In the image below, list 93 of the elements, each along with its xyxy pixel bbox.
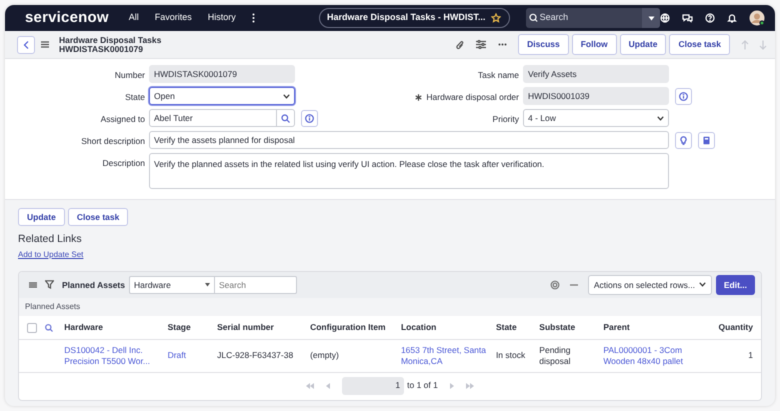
paperclip-icon[interactable] [456,40,464,50]
column-header[interactable]: Location [396,316,492,340]
chevron-down-icon [283,94,290,98]
list-caption: Planned Assets [19,298,761,316]
caret-down-icon[interactable] [648,16,654,20]
search-icon [281,114,290,122]
info-button[interactable] [301,110,318,126]
section-heading: Related Links [18,232,83,248]
nav-link[interactable]: All [128,11,139,25]
app-logo[interactable]: servicenow [25,6,109,30]
chevron-down-icon [698,282,706,288]
bell-icon[interactable] [727,13,737,23]
chevron-left-icon [23,40,29,48]
readonly-field: Verify Assets [523,65,669,83]
table-cell: 1 [748,350,753,360]
chevron-down-icon [657,116,664,120]
column-header[interactable]: Configuration Item [306,316,397,340]
header-action-button[interactable]: Discuss [518,34,569,55]
caret-down-icon [205,282,210,287]
column-header[interactable]: Serial number [213,316,306,340]
edit-button[interactable]: Edit... [716,274,755,296]
field-label: Task name [478,70,519,80]
menu-icon[interactable] [41,41,49,48]
lightbulb-icon [679,136,688,144]
column-header[interactable]: Quantity [712,316,761,340]
filter-select[interactable]: Hardware [129,276,215,294]
table-link[interactable]: DS100042 - Dell Inc. Precision T5500 Wor... [64,344,160,367]
input-field[interactable]: Verify the assets planned for disposal [149,131,669,149]
field-label: Short description [81,136,145,146]
star-icon[interactable] [491,13,502,23]
record-number: HWDISTASK0001079 [59,44,144,54]
header-action-button[interactable]: Update [620,34,666,55]
help-icon[interactable] [705,13,715,23]
info-icon [679,92,688,100]
field-label: Number [114,70,145,80]
nav-link[interactable]: History [208,11,236,25]
search-field[interactable]: Search [526,8,660,28]
form-action-button[interactable]: Update [18,208,65,226]
table-link[interactable]: Draft [168,350,210,362]
suggestion-button[interactable] [675,132,692,148]
field-label: Priority [492,114,519,124]
column-header[interactable]: State [492,316,536,340]
more-horizontal-icon[interactable] [498,43,508,46]
header-action-button[interactable]: Close task [669,34,730,55]
column-header[interactable]: Hardware [60,316,164,340]
table-cell: Pending disposal [539,344,570,366]
column-header[interactable]: Stage [164,316,214,340]
actions-select[interactable]: Actions on selected rows... [588,274,712,295]
lookup-button[interactable] [277,109,295,127]
related-link[interactable]: Add to Update Set [18,250,84,259]
page-range: to 1 of 1 [407,379,438,392]
gear-icon[interactable] [550,280,560,290]
info-icon [305,114,314,122]
nav-link[interactable]: Favorites [154,11,192,25]
select-field[interactable]: Open [149,87,295,105]
form-title: Hardware Disposal Tasks [59,36,162,44]
list-title: Planned Assets [62,278,125,292]
list-search-field[interactable]: Search [215,276,297,294]
chat-icon[interactable] [682,13,693,23]
minus-icon[interactable] [570,284,578,286]
back-button[interactable] [17,36,35,54]
table-link[interactable]: PAL0000001 - 3Com Wooden 48x40 pallet [603,344,709,367]
textarea-field[interactable]: Verify the planned assets in the related list using verify UI action. Please close the task after verification. [149,153,669,189]
book-icon [702,136,711,144]
readonly-field: HWDISTASK0001079 [149,65,295,83]
form-action-button[interactable]: Close task [68,208,128,226]
table-cell: In stock [496,350,526,360]
field-label: Hardware disposal order [426,92,519,102]
column-header[interactable]: Substate [535,316,600,340]
menu-icon[interactable] [29,282,37,288]
input-field[interactable]: Abel Tuter [149,109,277,127]
page-number-field[interactable]: 1 [342,376,404,395]
sliders-icon[interactable] [476,40,486,49]
info-button[interactable] [675,88,692,104]
table-link[interactable]: 1653 7th Street, Santa Monica,CA [400,344,488,367]
table-cell: (empty) [310,350,339,360]
field-label: State [125,92,145,102]
templates-button[interactable] [698,132,715,148]
field-label: Assigned to [100,114,145,124]
column-header[interactable]: Parent [599,316,713,340]
filter-icon[interactable] [45,280,54,290]
search-input[interactable]: Search [540,11,642,25]
search-icon[interactable] [45,324,53,332]
more-vertical-icon[interactable] [252,13,255,23]
table-cell: JLC-928-F63437-38 [217,350,294,360]
readonly-field: HWDIS0001039 [523,87,669,105]
select-field[interactable]: 4 - Low [523,109,669,127]
header-action-button[interactable]: Follow [572,34,617,55]
globe-icon[interactable] [660,13,670,23]
field-label: Description [102,158,145,168]
avatar-icon[interactable] [749,10,765,26]
select-all-checkbox[interactable] [27,322,37,333]
context-title: Hardware Disposal Tasks - HWDIST... [327,11,486,24]
